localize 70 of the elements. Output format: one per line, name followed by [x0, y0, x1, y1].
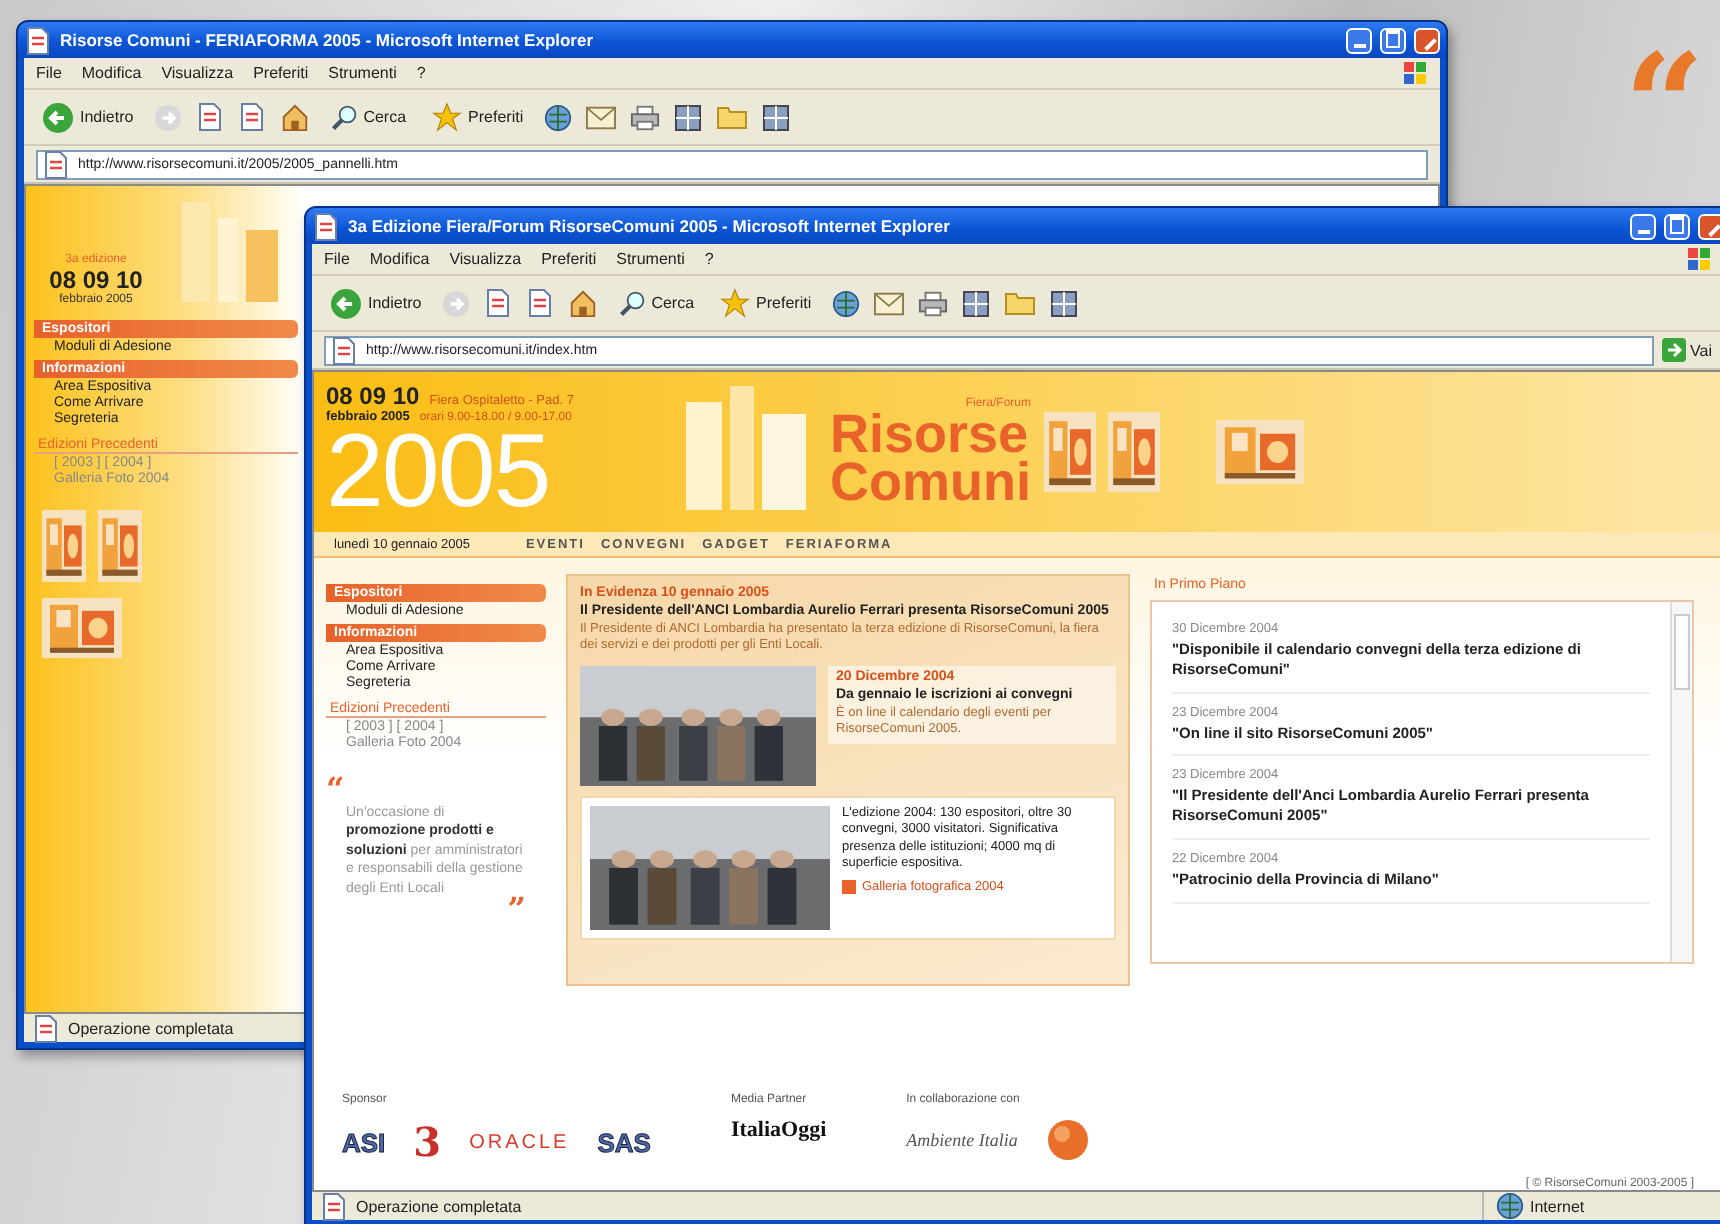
menu-item[interactable]: Visualizza [449, 250, 522, 268]
sponsor-logo[interactable]: ASI [342, 1127, 386, 1157]
search-icon [617, 289, 646, 317]
favorites-button[interactable]: Preferiti [714, 284, 818, 322]
favorites-button[interactable]: Preferiti [426, 98, 530, 136]
menu-item[interactable]: File [36, 64, 62, 82]
browser-icon[interactable] [24, 25, 52, 55]
menu-item[interactable]: Strumenti [616, 250, 685, 268]
status-page-icon[interactable] [32, 1013, 60, 1043]
page-icon[interactable] [330, 335, 358, 365]
search-button[interactable]: Cerca [323, 99, 413, 135]
windows-flag-icon [1688, 247, 1712, 271]
back-button[interactable]: Indietro [36, 97, 140, 137]
menu-item[interactable]: Modifica [369, 250, 430, 268]
search-button[interactable]: Cerca [611, 285, 701, 321]
back-icon[interactable] [330, 287, 362, 319]
folder-icon[interactable] [1003, 290, 1036, 316]
partner-logo[interactable]: ItaliaOggi [730, 1118, 827, 1142]
windows-flag-icon [1404, 61, 1428, 85]
logo-word: Risorse [830, 409, 1029, 458]
sphere-logo[interactable] [1045, 1118, 1090, 1162]
menu-item[interactable]: File [324, 250, 350, 268]
close-button[interactable] [1698, 213, 1720, 239]
browser-icon[interactable] [312, 211, 340, 241]
search-icon [329, 103, 358, 131]
partner-logo[interactable]: Ambiente Italia [906, 1130, 1018, 1150]
window-title: Risorse Comuni - FERIAFORMA 2005 - Microsoft Internet Explorer [60, 30, 596, 50]
page-icon[interactable] [42, 149, 70, 179]
back-icon[interactable] [42, 101, 74, 133]
menu-item[interactable]: Strumenti [328, 64, 397, 82]
maximize-button[interactable] [1664, 213, 1690, 239]
sponsor-logo[interactable]: SAS [597, 1127, 651, 1157]
minimize-button[interactable] [1630, 213, 1656, 239]
minimize-button[interactable] [1346, 27, 1372, 53]
home-icon[interactable] [567, 288, 598, 318]
star-icon [432, 102, 463, 132]
zone-label: Internet [1530, 1197, 1585, 1215]
quote-mark: “ [1624, 36, 1705, 176]
media-icon[interactable] [831, 289, 860, 317]
back-button[interactable]: Indietro [324, 283, 428, 323]
status-page-icon[interactable] [320, 1191, 348, 1221]
menu-item[interactable]: ? [704, 250, 714, 268]
home-icon[interactable] [279, 102, 310, 132]
star-icon [720, 288, 751, 318]
internet-zone-icon[interactable] [1496, 1192, 1524, 1220]
sponsor-logo[interactable]: ORACLE [469, 1131, 570, 1153]
close-quote-mark: ” [507, 897, 526, 924]
folder-icon[interactable] [715, 104, 748, 130]
media-icon[interactable] [543, 103, 572, 131]
status-text: Operazione completata [356, 1197, 522, 1215]
window-title: 3a Edizione Fiera/Forum RisorseComuni 2005 - Microsoft Internet Explorer [348, 216, 952, 236]
mail-icon[interactable] [585, 105, 616, 129]
sponsor-logo[interactable]: 3 [413, 1118, 442, 1166]
menu-item[interactable]: ? [416, 64, 426, 82]
printer-icon[interactable] [629, 103, 660, 131]
status-text: Operazione completata [68, 1019, 234, 1037]
close-button[interactable] [1414, 27, 1440, 53]
mail-icon[interactable] [873, 291, 904, 315]
menu-item[interactable]: Visualizza [161, 64, 234, 82]
menu-item[interactable]: Modifica [81, 64, 142, 82]
maximize-button[interactable] [1380, 27, 1406, 53]
logo-word: Comuni [830, 458, 1031, 507]
printer-icon[interactable] [917, 289, 948, 317]
menu-item[interactable]: Preferiti [541, 250, 597, 268]
event-year: 2005 [326, 423, 550, 523]
menu-item[interactable]: Preferiti [253, 64, 309, 82]
open-quote-mark: “ [326, 778, 347, 804]
event-dates: 08 09 10 [49, 266, 143, 294]
event-dates: 08 09 10 [326, 381, 420, 410]
square-bullet-icon [842, 880, 856, 895]
